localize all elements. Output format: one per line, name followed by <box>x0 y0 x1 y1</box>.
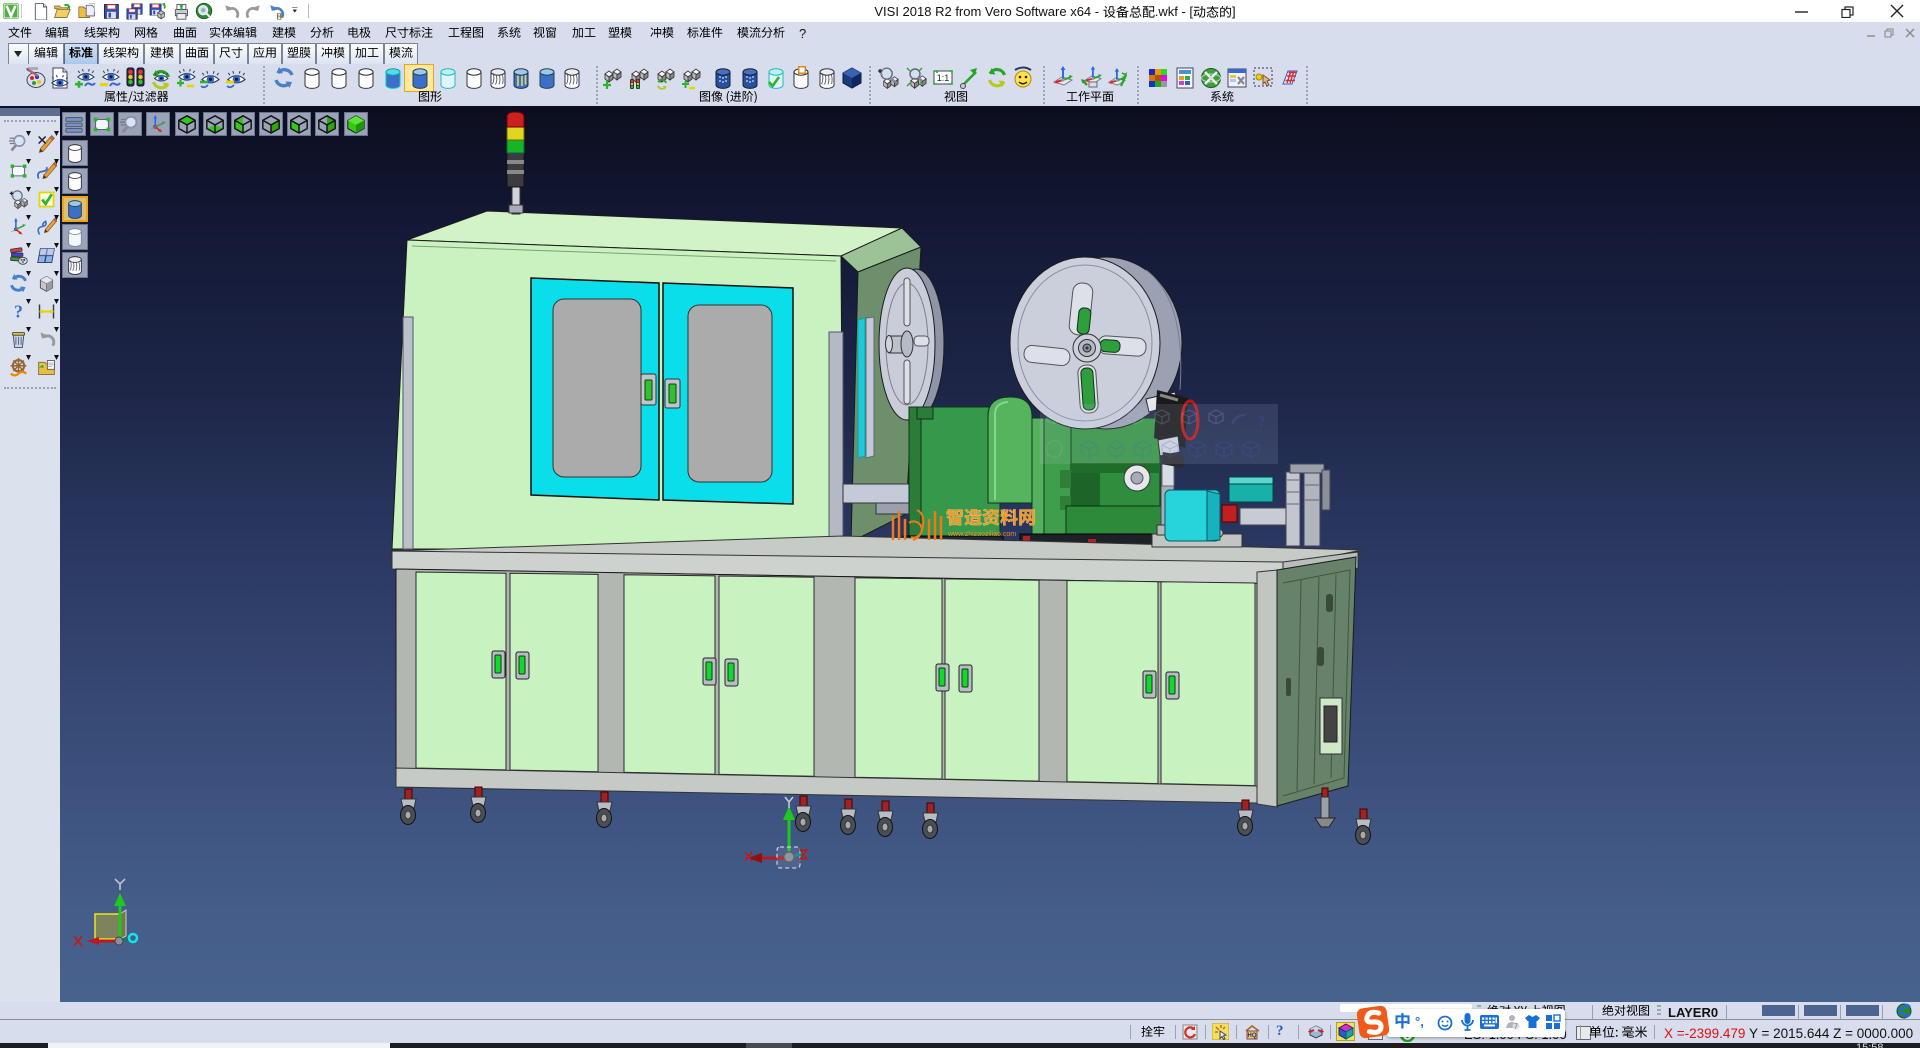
svg-text:7: 7 <box>1514 1024 1518 1031</box>
svg-text:?: ? <box>1258 414 1266 430</box>
svg-text:HQ: HQ <box>1248 1033 1257 1039</box>
